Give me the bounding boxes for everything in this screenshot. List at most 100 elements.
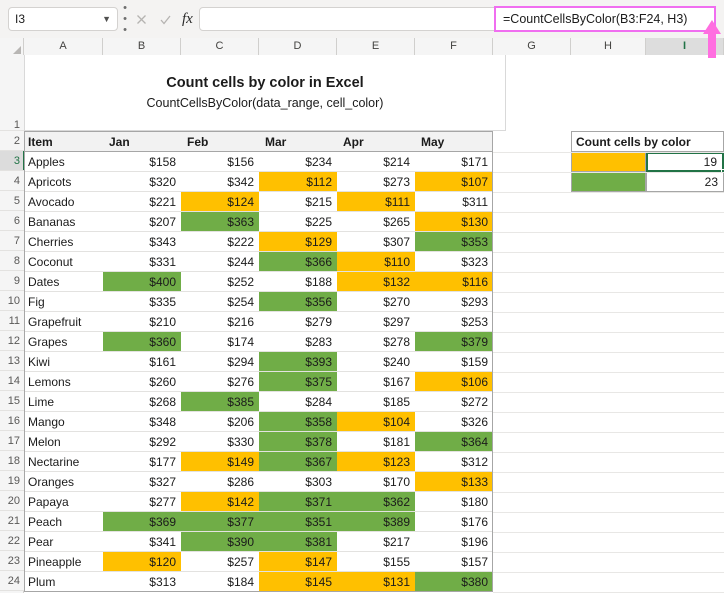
row-header-12[interactable]: 12 — [0, 331, 24, 351]
cell-value[interactable]: $351 — [259, 512, 337, 532]
cell-item[interactable]: Pear — [24, 532, 103, 552]
cell-value[interactable]: $217 — [337, 532, 415, 552]
row-header-16[interactable]: 16 — [0, 411, 24, 431]
row-header-17[interactable]: 17 — [0, 431, 24, 451]
cell-value[interactable]: $380 — [415, 572, 493, 592]
more-options-icon[interactable]: • • • — [118, 2, 132, 36]
cell-value[interactable]: $362 — [337, 492, 415, 512]
cell-value[interactable]: $323 — [415, 252, 493, 272]
table-header-apr[interactable]: Apr — [337, 131, 415, 152]
cell-value[interactable]: $171 — [415, 152, 493, 172]
cell-item[interactable]: Lime — [24, 392, 103, 412]
row-header-2[interactable]: 2 — [0, 131, 24, 151]
cell-value[interactable]: $225 — [259, 212, 337, 232]
table-header-may[interactable]: May — [415, 131, 493, 152]
cell-value[interactable]: $356 — [259, 292, 337, 312]
cell-value[interactable]: $253 — [415, 312, 493, 332]
row-header-5[interactable]: 5 — [0, 191, 24, 211]
cell-value[interactable]: $343 — [103, 232, 181, 252]
cell-value[interactable]: $272 — [415, 392, 493, 412]
row-header-13[interactable]: 13 — [0, 351, 24, 371]
cell-item[interactable]: Coconut — [24, 252, 103, 272]
cell-item[interactable]: Pineapple — [24, 552, 103, 572]
cell-value[interactable]: $260 — [103, 372, 181, 392]
cell-item[interactable]: Mango — [24, 412, 103, 432]
color-swatch-orange[interactable] — [571, 152, 646, 172]
cell-value[interactable]: $389 — [337, 512, 415, 532]
cell-value[interactable]: $342 — [181, 172, 259, 192]
column-header-F[interactable]: F — [415, 38, 493, 55]
cell-value[interactable]: $104 — [337, 412, 415, 432]
cell-value[interactable]: $297 — [337, 312, 415, 332]
chevron-down-icon[interactable]: ▼ — [102, 14, 111, 24]
column-header-B[interactable]: B — [103, 38, 181, 55]
row-header-23[interactable]: 23 — [0, 551, 24, 571]
cell-item[interactable]: Grapefruit — [24, 312, 103, 332]
cell-value[interactable]: $155 — [337, 552, 415, 572]
cell-value[interactable]: $257 — [181, 552, 259, 572]
cell-value[interactable]: $129 — [259, 232, 337, 252]
cell-value[interactable]: $206 — [181, 412, 259, 432]
cell-value[interactable]: $364 — [415, 432, 493, 452]
row-header-10[interactable]: 10 — [0, 291, 24, 311]
cell-value[interactable]: $265 — [337, 212, 415, 232]
column-header-C[interactable]: C — [181, 38, 259, 55]
cell-item[interactable]: Fig — [24, 292, 103, 312]
cell-value[interactable]: $363 — [181, 212, 259, 232]
cell-value[interactable]: $116 — [415, 272, 493, 292]
cell-item[interactable]: Plum — [24, 572, 103, 592]
cell-item[interactable]: Avocado — [24, 192, 103, 212]
cell-value[interactable]: $107 — [415, 172, 493, 192]
cell-value[interactable]: $221 — [103, 192, 181, 212]
cell-value[interactable]: $378 — [259, 432, 337, 452]
cell-value[interactable]: $327 — [103, 472, 181, 492]
cell-value[interactable]: $145 — [259, 572, 337, 592]
cell-value[interactable]: $106 — [415, 372, 493, 392]
cell-value[interactable]: $313 — [103, 572, 181, 592]
cell-value[interactable]: $214 — [337, 152, 415, 172]
cell-value[interactable]: $353 — [415, 232, 493, 252]
cell-value[interactable]: $277 — [103, 492, 181, 512]
row-header-15[interactable]: 15 — [0, 391, 24, 411]
cell-value[interactable]: $367 — [259, 452, 337, 472]
cell-value[interactable]: $234 — [259, 152, 337, 172]
cell-value[interactable]: $335 — [103, 292, 181, 312]
cell-value[interactable]: $326 — [415, 412, 493, 432]
column-header-H[interactable]: H — [571, 38, 646, 55]
cell-value[interactable]: $279 — [259, 312, 337, 332]
column-header-D[interactable]: D — [259, 38, 337, 55]
cell-value[interactable]: $149 — [181, 452, 259, 472]
cell-item[interactable]: Apples — [24, 152, 103, 172]
cell-item[interactable]: Nectarine — [24, 452, 103, 472]
cell-value[interactable]: $180 — [415, 492, 493, 512]
cell-item[interactable]: Apricots — [24, 172, 103, 192]
table-header-jan[interactable]: Jan — [103, 131, 181, 152]
cell-value[interactable]: $133 — [415, 472, 493, 492]
column-header-G[interactable]: G — [493, 38, 571, 55]
cell-value[interactable]: $293 — [415, 292, 493, 312]
cell-value[interactable]: $222 — [181, 232, 259, 252]
cell-value[interactable]: $273 — [337, 172, 415, 192]
cell-value[interactable]: $390 — [181, 532, 259, 552]
cell-item[interactable]: Bananas — [24, 212, 103, 232]
cell-value[interactable]: $110 — [337, 252, 415, 272]
table-header-mar[interactable]: Mar — [259, 131, 337, 152]
cell-value[interactable]: $188 — [259, 272, 337, 292]
confirm-icon[interactable] — [158, 12, 173, 27]
cell-value[interactable]: $131 — [337, 572, 415, 592]
cell-value[interactable]: $278 — [337, 332, 415, 352]
cell-value[interactable]: $375 — [259, 372, 337, 392]
cell-value[interactable]: $381 — [259, 532, 337, 552]
cell-value[interactable]: $268 — [103, 392, 181, 412]
cell-value[interactable]: $177 — [103, 452, 181, 472]
cell-value[interactable]: $216 — [181, 312, 259, 332]
cell-value[interactable]: $207 — [103, 212, 181, 232]
cell-value[interactable]: $371 — [259, 492, 337, 512]
cell-value[interactable]: $341 — [103, 532, 181, 552]
row-header-19[interactable]: 19 — [0, 471, 24, 491]
fx-icon[interactable]: fx — [182, 11, 193, 28]
cell-value[interactable]: $331 — [103, 252, 181, 272]
cell-value[interactable]: $185 — [337, 392, 415, 412]
row-header-3[interactable]: 3 — [0, 151, 25, 171]
cell-value[interactable]: $210 — [103, 312, 181, 332]
